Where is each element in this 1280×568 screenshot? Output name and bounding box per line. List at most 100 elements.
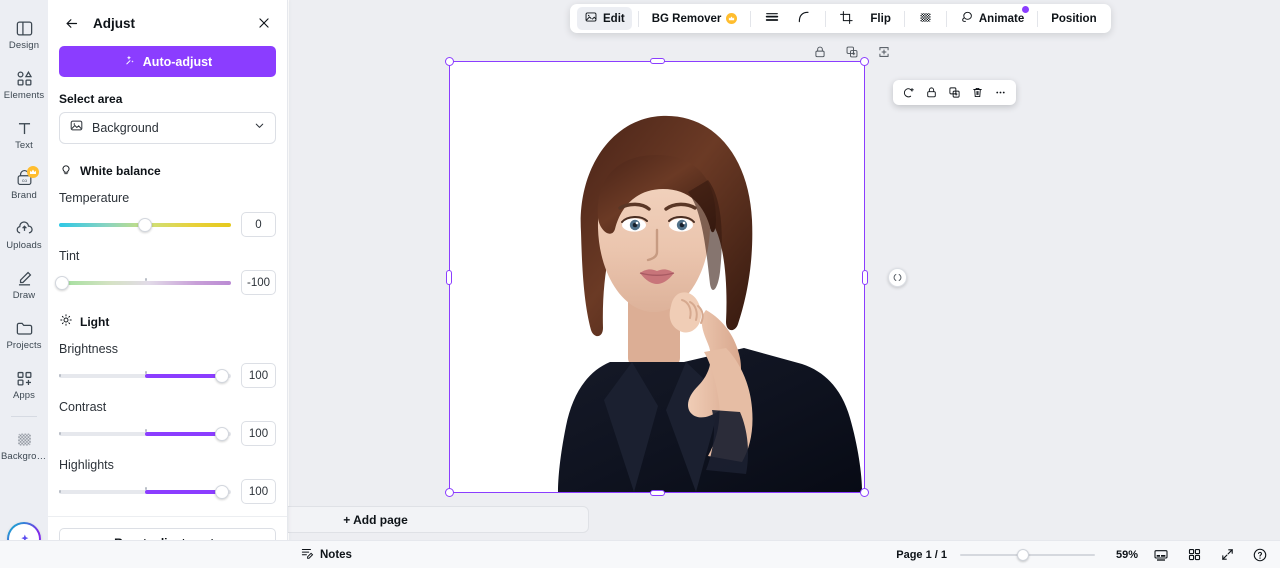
bg-remover-button[interactable]: BG Remover [645, 7, 745, 30]
resize-handle-right[interactable] [862, 269, 868, 285]
fullscreen-icon[interactable] [1217, 545, 1237, 565]
portrait-photo[interactable] [450, 62, 864, 492]
toolbar-divider [750, 10, 752, 27]
sidebar-item-projects[interactable]: Projects [0, 310, 48, 360]
notification-dot-icon [1022, 6, 1030, 13]
bottom-right-controls: Page 1 / 1 59% [896, 545, 1270, 565]
toolbar-divider [945, 10, 947, 27]
resize-handle-bottom-left[interactable] [445, 488, 454, 497]
slider-fill [145, 489, 223, 494]
sidebar-item-text[interactable]: Text [0, 110, 48, 160]
back-arrow-icon[interactable] [59, 11, 83, 35]
position-button[interactable]: Position [1044, 7, 1103, 30]
design-page[interactable] [450, 62, 864, 492]
slider-end-tick [59, 490, 61, 493]
group-label: Light [80, 314, 110, 329]
design-icon [15, 19, 34, 38]
pro-crown-icon [27, 166, 39, 178]
rotate-handle-icon[interactable] [888, 268, 907, 287]
slider-track-area[interactable] [59, 216, 231, 234]
slider-track-area[interactable] [59, 483, 231, 501]
rotate-add-icon[interactable] [898, 83, 919, 103]
resize-handle-bottom[interactable] [649, 490, 665, 496]
slider-fill [145, 431, 223, 436]
slider-midpoint-tick [145, 428, 147, 432]
slider-track [59, 280, 231, 285]
sidebar-item-apps[interactable]: Apps [0, 360, 48, 410]
auto-adjust-button[interactable]: Auto-adjust [59, 46, 276, 77]
slider-knob[interactable] [215, 484, 230, 499]
slider-knob[interactable] [138, 217, 152, 232]
transparency-button[interactable] [911, 7, 940, 30]
resize-handle-top-left[interactable] [445, 57, 454, 66]
sidebar-item-label: Uploads [6, 240, 42, 251]
zoom-slider[interactable] [960, 548, 1095, 562]
bulb-icon [59, 162, 73, 179]
slider-label: Contrast [59, 400, 107, 414]
resize-handle-top[interactable] [649, 58, 665, 64]
help-icon[interactable] [1250, 545, 1270, 565]
duplicate-icon[interactable] [944, 83, 965, 103]
slider-value-input[interactable]: 100 [241, 479, 276, 504]
edit-button[interactable]: Edit [577, 7, 632, 30]
slider-knob[interactable] [55, 275, 70, 290]
resize-handle-top-right[interactable] [860, 57, 869, 66]
slider-track-area[interactable] [59, 425, 231, 443]
add-page-icon[interactable] [873, 41, 895, 63]
resize-handle-left[interactable] [446, 269, 452, 285]
notes-button[interactable]: Notes [300, 546, 352, 563]
select-area-dropdown[interactable]: Background [59, 112, 276, 144]
slider-end-tick [59, 374, 61, 377]
slider-value-input[interactable]: -100 [241, 270, 276, 295]
crop-button[interactable] [832, 7, 861, 30]
image-icon [69, 118, 84, 138]
slider-value-input[interactable]: 100 [241, 363, 276, 388]
page-tools [809, 41, 895, 63]
adjust-panel: Adjust Auto-adjust Select area Backgroun… [48, 0, 288, 568]
lock-icon[interactable] [809, 41, 831, 63]
curve-icon [796, 9, 812, 28]
resize-handle-bottom-right[interactable] [860, 488, 869, 497]
text-icon [15, 119, 34, 138]
lock-icon[interactable] [921, 83, 942, 103]
animate-button[interactable]: Animate [953, 6, 1031, 30]
panel-scroll-content: Auto-adjust Select area Background White… [48, 46, 287, 516]
stack-lines-button[interactable] [757, 7, 787, 30]
bg-remover-label: BG Remover [651, 12, 722, 25]
sidebar-item-design[interactable]: Design [0, 10, 48, 60]
slider-midpoint-tick [145, 277, 147, 281]
slider-track-area[interactable] [59, 367, 231, 385]
canvas-area[interactable] [289, 0, 1280, 540]
flip-button[interactable]: Flip [863, 7, 897, 30]
curve-button[interactable] [789, 7, 819, 30]
notes-icon [300, 546, 314, 563]
slider-value-input[interactable]: 0 [241, 212, 276, 237]
slider-track-area[interactable] [55, 274, 231, 292]
sidebar-item-label: Projects [6, 340, 42, 351]
slider-fill [145, 373, 223, 378]
background-icon [15, 430, 34, 449]
close-icon[interactable] [252, 11, 276, 35]
slider-knob[interactable] [215, 368, 230, 383]
more-dots-icon[interactable] [990, 83, 1011, 103]
sidebar-item-brand[interactable]: co Brand [0, 160, 48, 210]
zoom-slider-knob[interactable] [1017, 548, 1029, 561]
auto-adjust-label: Auto-adjust [142, 54, 213, 69]
select-area-label: Select area [59, 92, 123, 106]
sidebar-item-draw[interactable]: Draw [0, 260, 48, 310]
group-label: White balance [80, 163, 161, 178]
trash-icon[interactable] [967, 83, 988, 103]
sidebar-item-label: Elements [3, 90, 45, 101]
projects-icon [15, 319, 34, 338]
slider-knob[interactable] [215, 426, 230, 441]
slider-value-input[interactable]: 100 [241, 421, 276, 446]
chevron-down-icon [253, 119, 266, 137]
elements-icon [15, 69, 34, 88]
grid-view-icon[interactable] [1184, 545, 1204, 565]
sidebar-item-background[interactable]: Backgrou... [0, 421, 48, 471]
sidebar-item-uploads[interactable]: Uploads [0, 210, 48, 260]
presentation-view-icon[interactable] [1151, 545, 1171, 565]
toolbar-divider [1037, 10, 1039, 27]
animate-label: Animate [978, 12, 1025, 25]
sidebar-item-elements[interactable]: Elements [0, 60, 48, 110]
